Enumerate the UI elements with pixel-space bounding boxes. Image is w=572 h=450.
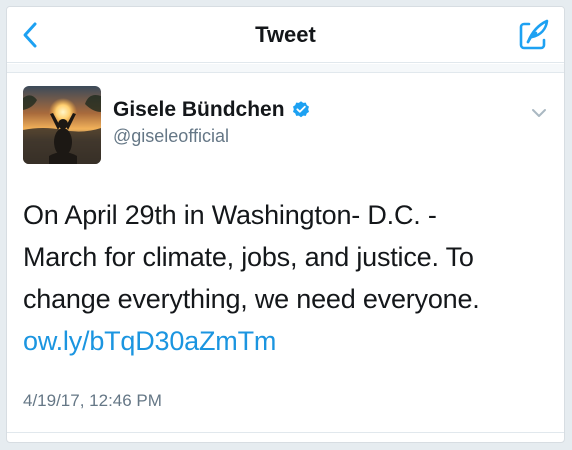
tweet-timestamp: 4/19/17, 12:46 PM — [23, 391, 162, 410]
author-display-name[interactable]: Gisele Bündchen — [113, 98, 285, 122]
tweet-text: On April 29th in Washington- D.C. - Marc… — [23, 194, 553, 362]
tweet-text-line: On April 29th in Washington- D.C. - — [23, 200, 437, 230]
tweet-detail-screen: Tweet Gisele Bündchen @giseleofficial On… — [6, 6, 565, 443]
avatar[interactable] — [23, 86, 101, 164]
author-name-row: Gisele Bündchen — [113, 98, 311, 122]
tweet-text-line: March for climate, jobs, and justice. To — [23, 242, 474, 272]
navigation-bar: Tweet — [7, 7, 564, 63]
author-handle[interactable]: @giseleofficial — [113, 126, 229, 147]
tweet-card: Gisele Bündchen @giseleofficial On April… — [7, 74, 564, 432]
tweet-options-button[interactable] — [528, 102, 550, 124]
compose-tweet-icon — [519, 19, 549, 50]
verified-badge-icon — [292, 101, 309, 118]
chevron-down-icon — [532, 109, 546, 117]
avatar-image — [23, 86, 101, 164]
compose-tweet-button[interactable] — [516, 18, 550, 52]
section-divider — [7, 64, 564, 73]
tweet-text-line: change everything, we need everyone. — [23, 284, 480, 314]
tweet-link[interactable]: ow.ly/bTqD30aZmTm — [23, 320, 553, 362]
page-title: Tweet — [255, 22, 316, 47]
bottom-divider — [7, 432, 564, 433]
